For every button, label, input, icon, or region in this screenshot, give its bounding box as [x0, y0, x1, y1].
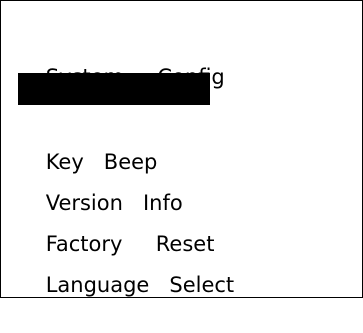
menu-item-version-info[interactable]: Version Info — [19, 155, 183, 215]
lcd-menu-screen: System Config Back Light lumi Key Beep V… — [0, 0, 363, 298]
menu-item-back-light-lumi[interactable]: Back Light lumi — [18, 73, 210, 133]
menu-item-key-beep[interactable]: Key Beep — [19, 114, 158, 174]
menu-item-system-config[interactable]: System Config — [19, 29, 225, 89]
menu-item-factory-reset[interactable]: Factory Reset — [19, 196, 215, 256]
menu-item-label: Language Select — [45, 273, 235, 297]
menu-item-language-select[interactable]: Language Select — [19, 237, 234, 297]
